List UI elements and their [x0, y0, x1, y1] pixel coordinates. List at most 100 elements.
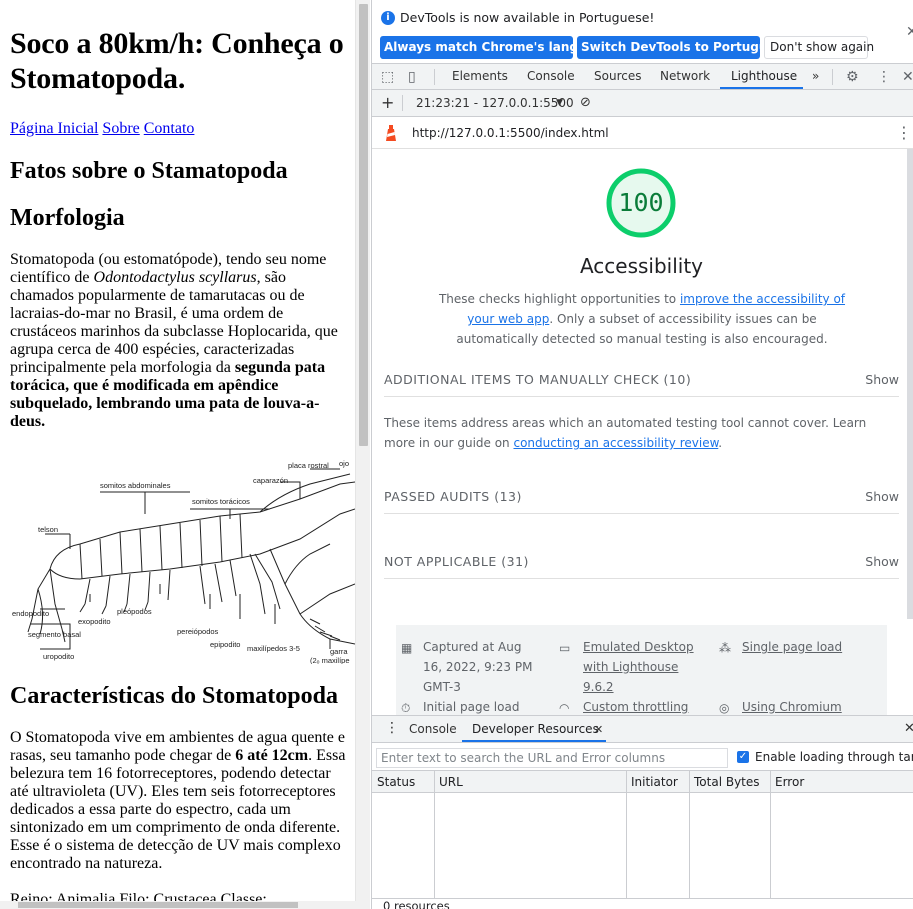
switch-to-portuguese-button[interactable]: Switch DevTools to Portuguese [577, 36, 791, 59]
devtools-drawer: ⋮ Console Developer Resources ✕ ✕ Enter … [372, 715, 913, 909]
emulated-device[interactable]: Emulated Desktop with Lighthouse 9.6.2 [583, 637, 698, 697]
label-somitos-toracicos: somitos torácicos [192, 497, 250, 506]
customize-menu-icon[interactable]: ⋮ [877, 69, 891, 85]
drawer-menu-icon[interactable]: ⋮ [385, 720, 399, 736]
column-initiator[interactable]: Initiator [631, 775, 678, 789]
stomatopoda-anatomy-figure: somitos abdominales placa rostral ojo ca… [10, 454, 355, 664]
anatomy-drawing: somitos abdominales placa rostral ojo ca… [12, 459, 355, 664]
throttling-icon: ◠ [559, 701, 570, 715]
group-manual-check[interactable]: ADDITIONAL ITEMS TO MANUALLY CHECK (10) … [384, 361, 899, 397]
label-placa-rostral: placa rostral [288, 461, 329, 470]
close-icon[interactable]: ✕ [906, 24, 913, 40]
drawer-tab-developer-resources[interactable]: Developer Resources [472, 722, 599, 736]
resource-filter-input[interactable]: Enter text to search the URL and Error c… [376, 748, 728, 768]
inspect-element-icon[interactable]: ⬚ [381, 69, 394, 85]
clear-reports-icon[interactable]: ⊘ [580, 95, 591, 110]
resources-table: Status URL Initiator Total Bytes Error [372, 770, 913, 901]
close-devtools-icon[interactable]: ✕ [902, 69, 913, 85]
tab-elements[interactable]: Elements [452, 69, 508, 83]
column-error[interactable]: Error [775, 775, 804, 789]
runtime-settings: ▦ Captured at Aug 16, 2022, 9:23 PM GMT-… [396, 625, 887, 715]
heading-morfologia: Morfologia [10, 205, 125, 231]
page-scroll-thumb[interactable] [359, 4, 368, 446]
info-icon: i [381, 11, 395, 25]
devtools-panel: i DevTools is now available in Portugues… [371, 0, 913, 909]
column-status[interactable]: Status [377, 775, 415, 789]
chevron-down-icon[interactable]: ▼ [556, 98, 563, 108]
tab-network[interactable]: Network [660, 69, 710, 83]
page-vertical-scrollbar[interactable] [355, 0, 370, 903]
label-somitos-abdominales: somitos abdominales [100, 481, 171, 490]
nav-link-contact[interactable]: Contato [144, 120, 195, 137]
nav-link-home[interactable]: Página Inicial [10, 120, 98, 137]
dont-show-again-button[interactable]: Don't show again [764, 36, 874, 59]
custom-throttling[interactable]: Custom throttling [583, 697, 688, 715]
scientific-name: Odontodactylus scyllarus [93, 269, 257, 286]
settings-gear-icon[interactable]: ⚙ [846, 69, 859, 85]
group-title: ADDITIONAL ITEMS TO MANUALLY CHECK (10) [384, 372, 692, 387]
more-tabs-button[interactable]: » [812, 69, 819, 83]
captured-at: Captured at Aug 16, 2022, 9:23 PM GMT-3 [423, 640, 533, 694]
label-pleopodos: pleópodos [117, 607, 152, 616]
label-maxilipedos: maxilípedos 3-5 [247, 644, 300, 653]
initial-page-load: Initial page load [423, 700, 520, 714]
always-match-language-button[interactable]: Always match Chrome's language [380, 36, 611, 59]
page-horizontal-scrollbar[interactable] [0, 901, 370, 909]
chromium-icon: ◎ [719, 701, 730, 715]
report-scrollbar[interactable] [907, 149, 913, 619]
timer-icon: ⏱ [401, 701, 411, 715]
label-garra: garra [330, 647, 348, 656]
group-title: PASSED AUDITS (13) [384, 489, 522, 504]
language-infobar: i DevTools is now available in Portugues… [372, 0, 913, 64]
page-hscroll-thumb[interactable] [18, 902, 298, 908]
single-page-load[interactable]: Single page load [742, 637, 842, 657]
column-divider [626, 771, 627, 901]
group-not-applicable[interactable]: NOT APPLICABLE (31) Show [384, 543, 899, 579]
webpage-viewport: Soco a 80km/h: Conheça o Stomatopoda. Pá… [0, 0, 355, 903]
show-toggle[interactable]: Show [865, 489, 899, 504]
lighthouse-report: 100 Accessibility These checks highlight… [372, 149, 913, 715]
group-passed-audits[interactable]: PASSED AUDITS (13) Show [384, 478, 899, 514]
column-url[interactable]: URL [439, 775, 463, 789]
column-total-bytes[interactable]: Total Bytes [694, 775, 760, 789]
active-drawer-tab-indicator [462, 740, 606, 742]
label-segmento-basal: segmento basal [28, 630, 81, 639]
carac-strong-text: 6 até 12cm [235, 747, 309, 764]
close-drawer-icon[interactable]: ✕ [904, 721, 913, 736]
label-epipodito: epipodito [210, 640, 240, 649]
label-uropodito: uropodito [43, 652, 74, 661]
report-menu-icon[interactable]: ⋮ [896, 123, 912, 142]
device-toolbar-icon[interactable]: ▯ [408, 69, 416, 85]
single-page-icon: ⁂ [719, 641, 731, 655]
drawer-tabbar: ⋮ Console Developer Resources ✕ ✕ [372, 716, 913, 743]
column-divider [689, 771, 690, 901]
group-title: NOT APPLICABLE (31) [384, 554, 529, 569]
tab-separator [832, 69, 833, 85]
infobar-message: DevTools is now available in Portuguese! [400, 10, 655, 25]
score-value: 100 [618, 188, 664, 217]
nav-link-about[interactable]: Sobre [102, 120, 139, 137]
report-selector[interactable]: 21:23:21 - 127.0.0.1:5500 [416, 96, 574, 110]
tab-lighthouse[interactable]: Lighthouse [731, 69, 797, 83]
heading-caracteristicas: Características do Stomatopoda [10, 683, 338, 709]
tab-console[interactable]: Console [527, 69, 575, 83]
enable-loading-label: Enable loading through target [755, 750, 913, 764]
label-pereiopodos: pereiópodos [177, 627, 219, 636]
label-maxilipe: (2ₒ maxilípe [310, 656, 350, 664]
paragraph-caracteristicas: O Stomatopoda vive em ambientes de agua … [10, 729, 350, 873]
table-header: Status URL Initiator Total Bytes Error [372, 771, 913, 793]
show-toggle[interactable]: Show [865, 372, 899, 387]
new-report-plus-icon[interactable]: + [381, 93, 394, 112]
lighthouse-logo-icon [386, 125, 396, 141]
close-tab-icon[interactable]: ✕ [594, 723, 603, 736]
accessibility-review-link[interactable]: conducting an accessibility review [513, 436, 718, 450]
lighthouse-toolbar: + 21:23:21 - 127.0.0.1:5500 ▼ ⊘ [372, 90, 913, 117]
using-chromium[interactable]: Using Chromium [742, 697, 842, 715]
drawer-tab-console[interactable]: Console [409, 722, 457, 736]
enable-loading-checkbox[interactable]: ✓ [737, 751, 749, 763]
category-description: These checks highlight opportunities to … [432, 289, 852, 349]
column-divider [434, 771, 435, 901]
manual-desc-end: . [718, 436, 723, 450]
show-toggle[interactable]: Show [865, 554, 899, 569]
tab-sources[interactable]: Sources [594, 69, 641, 83]
